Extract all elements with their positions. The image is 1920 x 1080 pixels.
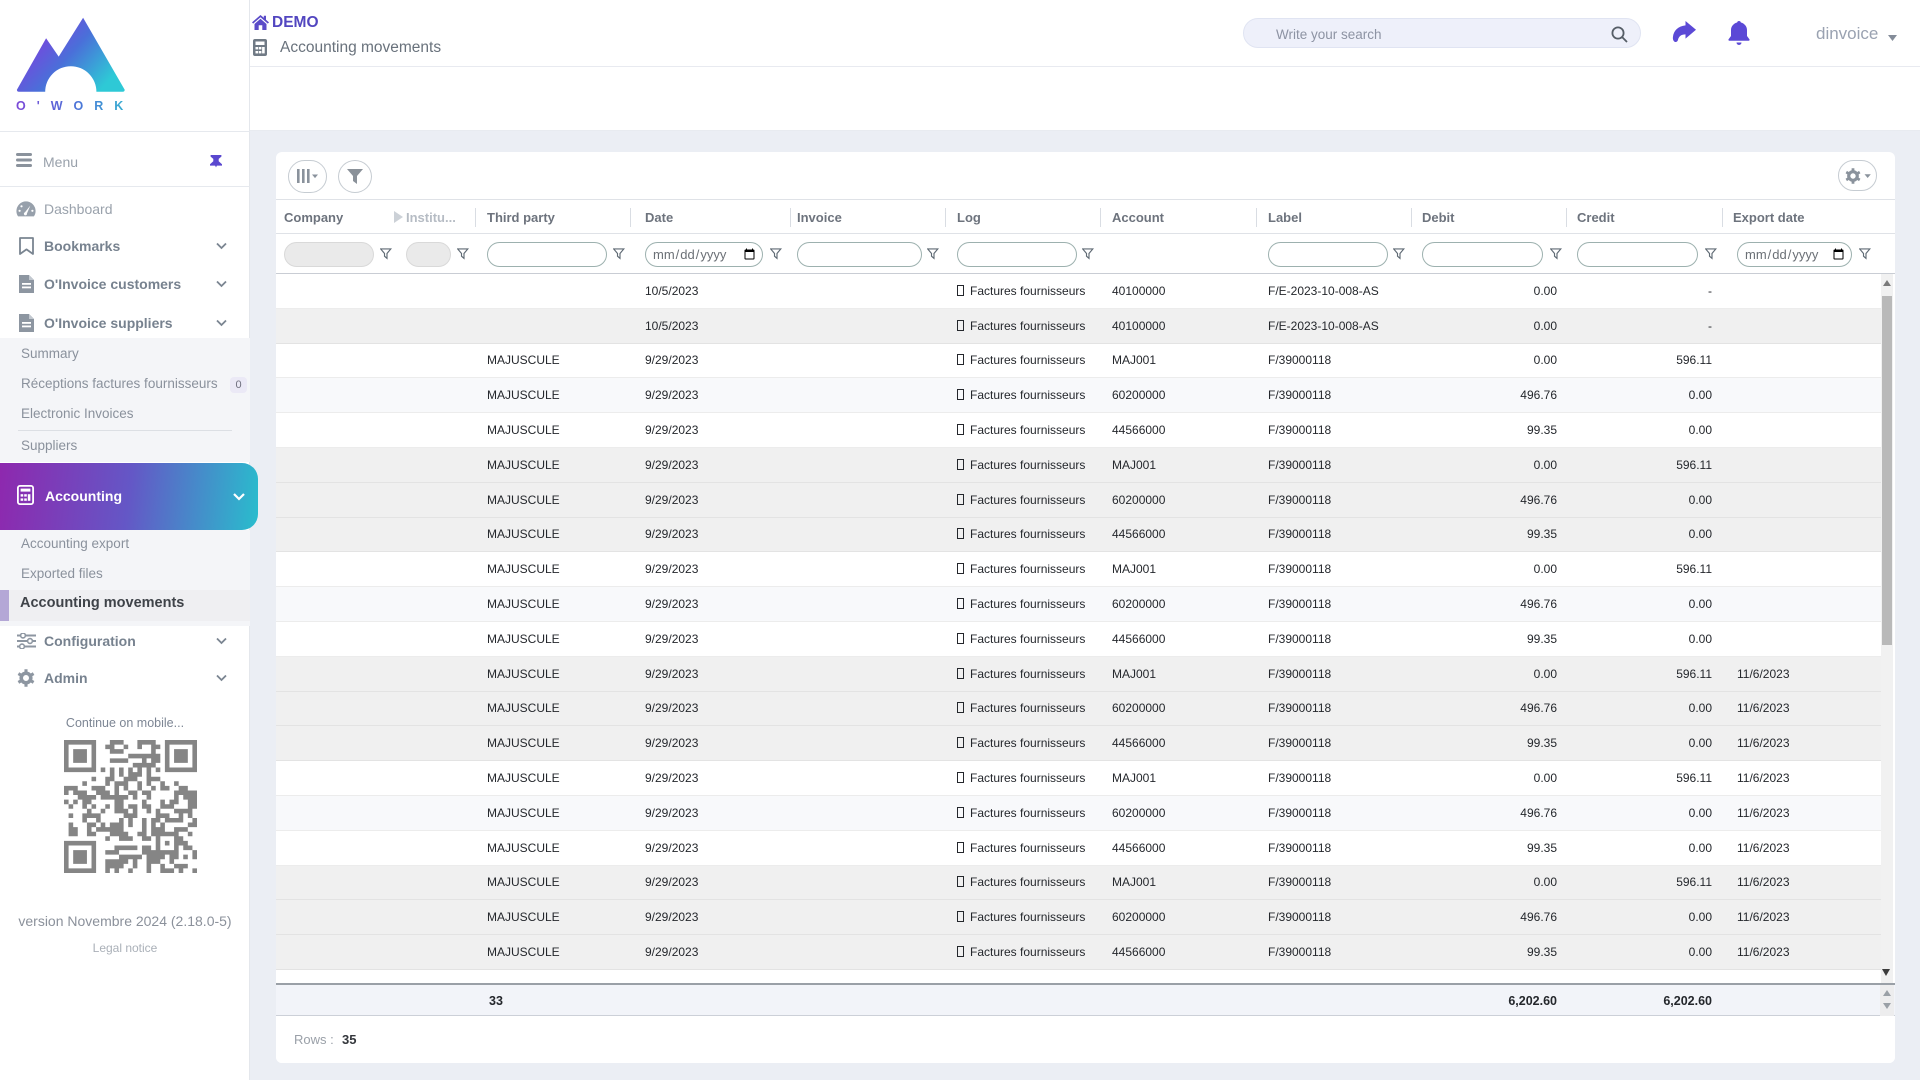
svg-text:O'WORK: O'WORK [16, 99, 127, 113]
